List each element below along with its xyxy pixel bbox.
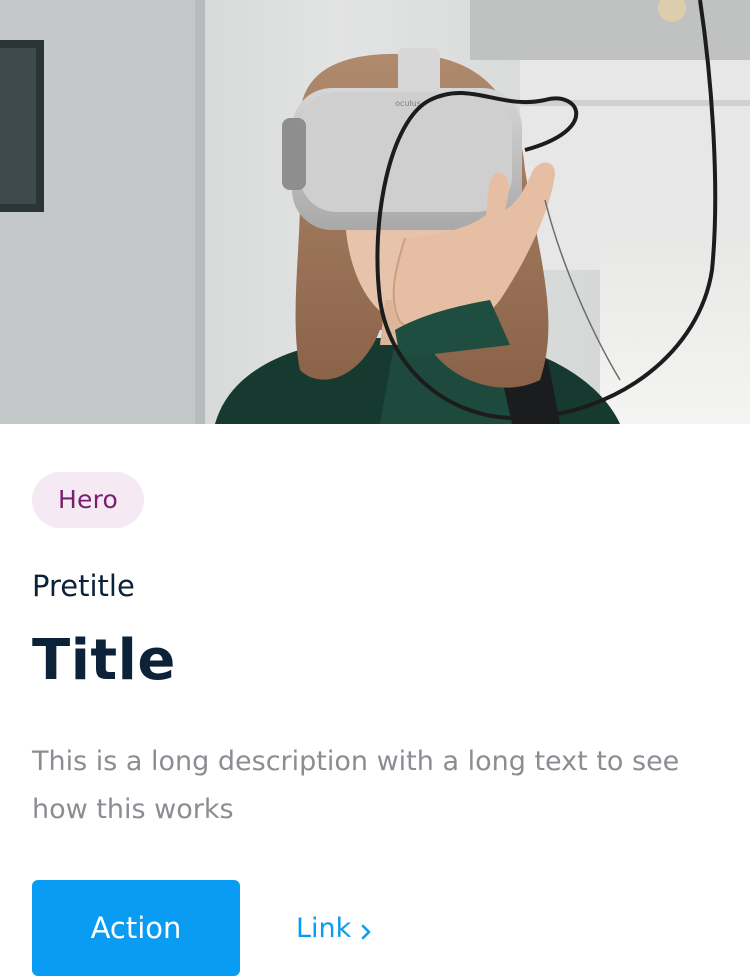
hero-card: oculus Hero Pretitle Title This is a lon…	[0, 0, 750, 976]
card-actions: Action Link	[32, 880, 373, 976]
card-content: Hero Pretitle Title This is a long descr…	[32, 472, 718, 834]
link-label: Link	[296, 912, 352, 944]
hero-image: oculus	[0, 0, 750, 424]
hero-tag: Hero	[32, 472, 145, 528]
card-description: This is a long description with a long t…	[32, 746, 680, 825]
svg-text:oculus: oculus	[395, 99, 421, 108]
action-button[interactable]: Action	[32, 880, 240, 976]
card-title: Title	[32, 628, 176, 693]
pretitle: Pretitle	[32, 569, 135, 603]
chevron-right-icon	[359, 918, 373, 940]
link-button[interactable]: Link	[296, 913, 373, 944]
